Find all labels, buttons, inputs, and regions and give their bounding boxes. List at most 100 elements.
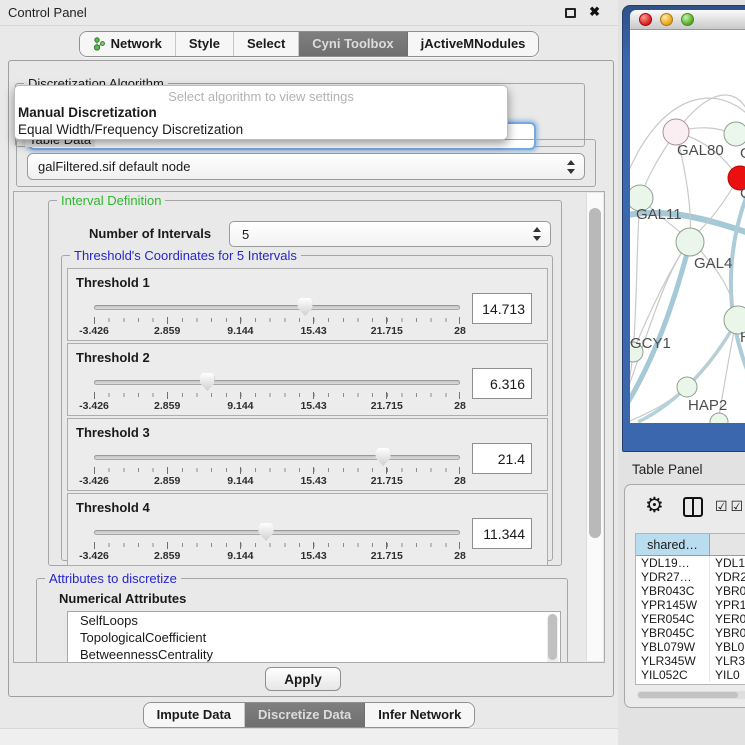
zoom-traffic-light-icon[interactable] [681, 13, 694, 26]
table-row[interactable]: YER054C YER0 [636, 612, 745, 626]
settings-scrollbar-track[interactable] [586, 193, 603, 661]
threshold-2-slider[interactable]: -3.426 2.859 9.144 15.43 21.715 28 [94, 374, 460, 414]
tab-infer-network[interactable]: Infer Network [365, 703, 474, 727]
split-columns-icon[interactable] [683, 497, 703, 517]
scale-label: 28 [454, 475, 466, 487]
slider-track[interactable] [94, 455, 460, 460]
table-row[interactable]: YBR043C YBR0 [636, 584, 745, 598]
table-row[interactable]: YDL19… YDL1 [636, 556, 745, 570]
numerical-attributes-list[interactable]: SelfLoops TopologicalCoefficient Between… [67, 611, 561, 663]
tab-discretize-data-label: Discretize Data [258, 707, 351, 722]
node-partial-bottom[interactable] [710, 413, 728, 423]
network-window-titlebar[interactable] [630, 10, 745, 30]
number-of-intervals-spinner[interactable]: 5 [229, 221, 551, 247]
slider-thumb[interactable] [298, 298, 313, 316]
table-row[interactable]: YIL052C YIL0 [636, 668, 745, 682]
list-item[interactable]: BetweennessCentrality [68, 646, 560, 663]
scale-label: -3.426 [79, 550, 109, 562]
list-item[interactable]: SelfLoops [68, 612, 560, 629]
tab-network[interactable]: Network [80, 32, 176, 56]
slider-track[interactable] [94, 530, 460, 535]
column-header-shared[interactable]: shared… [636, 534, 710, 555]
slider-scale-labels: -3.426 2.859 9.144 15.43 21.715 28 [94, 325, 460, 337]
threshold-2-value-field[interactable]: 6.316 [472, 368, 532, 399]
threshold-3-value-field[interactable]: 21.4 [472, 443, 532, 474]
cell[interactable]: YBR0 [710, 584, 745, 598]
table-data-combobox[interactable]: galFiltered.sif default node [27, 153, 585, 180]
slider-track[interactable] [94, 380, 460, 385]
cell[interactable]: YBL079W [636, 640, 710, 654]
table-row[interactable]: YPR145W YPR1 [636, 598, 745, 612]
settings-scrollbar-thumb[interactable] [589, 208, 601, 538]
close-traffic-light-icon[interactable] [639, 13, 652, 26]
table-row[interactable]: YBR045C YBR0 [636, 626, 745, 640]
table-row[interactable]: YDR27… YDR2 [636, 570, 745, 584]
table-row[interactable]: YLR345W YLR3 [636, 654, 745, 668]
slider-ticks [94, 317, 460, 324]
cell[interactable]: YDR2 [710, 570, 745, 584]
tab-style[interactable]: Style [176, 32, 234, 56]
slider-thumb[interactable] [259, 523, 274, 541]
slider-thumb[interactable] [200, 373, 215, 391]
slider-scale-labels: -3.426 2.859 9.144 15.43 21.715 28 [94, 475, 460, 487]
slider-thumb[interactable] [376, 448, 391, 466]
table-horizontal-scrollbar[interactable] [637, 691, 745, 699]
cell[interactable]: YBL0 [710, 640, 745, 654]
node-gal4[interactable] [676, 228, 704, 256]
tab-cyni-toolbox-label: Cyni Toolbox [312, 36, 393, 51]
algorithm-option-manual[interactable]: Manual Discretization [18, 105, 157, 120]
minimize-traffic-light-icon[interactable] [660, 13, 673, 26]
threshold-1-slider[interactable]: -3.426 2.859 9.144 15.43 21.715 28 [94, 299, 460, 339]
column-checkboxes-icon[interactable]: ☑☑ [715, 498, 745, 515]
cell[interactable]: YBR045C [636, 626, 710, 640]
cell[interactable]: YBR043C [636, 584, 710, 598]
cell[interactable]: YDL1 [710, 556, 745, 570]
list-scrollbar[interactable] [547, 614, 558, 663]
node-attribute-table[interactable]: shared… na YDL19… YDL1 YDR27… YDR2 YBR04… [635, 533, 745, 685]
threshold-4-value-field[interactable]: 11.344 [472, 518, 532, 549]
node-label: HAP2 [688, 397, 727, 414]
tab-select-label: Select [247, 36, 285, 51]
scale-label: 2.859 [154, 400, 180, 412]
threshold-1-value-field[interactable]: 14.713 [472, 293, 532, 324]
cell[interactable]: YLR345W [636, 654, 710, 668]
cell[interactable]: YLR3 [710, 654, 745, 668]
gear-icon[interactable]: ⚙ [645, 495, 664, 516]
scale-label: 21.715 [371, 550, 403, 562]
node-label: C [740, 185, 745, 202]
list-item[interactable]: TopologicalCoefficient [68, 629, 560, 646]
cell[interactable]: YER0 [710, 612, 745, 626]
algorithm-placeholder-option[interactable]: Select algorithm to view settings [15, 89, 507, 104]
tab-select[interactable]: Select [234, 32, 299, 56]
tab-cyni-toolbox[interactable]: Cyni Toolbox [299, 32, 407, 56]
threshold-4-slider[interactable]: -3.426 2.859 9.144 15.43 21.715 28 [94, 524, 460, 564]
control-panel-titlebar: Control Panel ✖ [0, 0, 618, 26]
algorithm-option-equal-width[interactable]: Equal Width/Frequency Discretization [18, 122, 243, 137]
cell[interactable]: YDL19… [636, 556, 710, 570]
tab-discretize-data[interactable]: Discretize Data [245, 703, 365, 727]
tab-impute-data[interactable]: Impute Data [144, 703, 245, 727]
float-window-icon[interactable] [565, 8, 576, 18]
node-label: GA [740, 145, 745, 162]
cell[interactable]: YPR1 [710, 598, 745, 612]
cell[interactable]: YPR145W [636, 598, 710, 612]
apply-button[interactable]: Apply [265, 667, 341, 691]
attributes-group: Attributes to discretize Numerical Attri… [36, 578, 568, 663]
node-hap2[interactable] [677, 377, 697, 397]
table-row[interactable]: YBL079W YBL0 [636, 640, 745, 654]
cell[interactable]: YBR0 [710, 626, 745, 640]
cell[interactable]: YDR27… [636, 570, 710, 584]
slider-track[interactable] [94, 305, 460, 310]
cell[interactable]: YIL0 [710, 668, 745, 682]
cell[interactable]: YIL052C [636, 668, 710, 682]
cell[interactable]: YER054C [636, 612, 710, 626]
column-header-name[interactable]: na [710, 534, 745, 555]
right-column: GAL80 GA C GAL11 GAL4 GCY1 H HAP2 Table … [618, 0, 745, 745]
threshold-3-slider[interactable]: -3.426 2.859 9.144 15.43 21.715 28 [94, 449, 460, 489]
network-graph-icon [93, 37, 106, 51]
network-canvas[interactable]: GAL80 GA C GAL11 GAL4 GCY1 H HAP2 [630, 30, 745, 423]
close-icon[interactable]: ✖ [589, 4, 600, 20]
threshold-1-label: Threshold 1 [76, 275, 150, 290]
node-partial-top-right[interactable] [724, 122, 745, 146]
tab-jactivemnodules[interactable]: jActiveMNodules [408, 32, 539, 56]
